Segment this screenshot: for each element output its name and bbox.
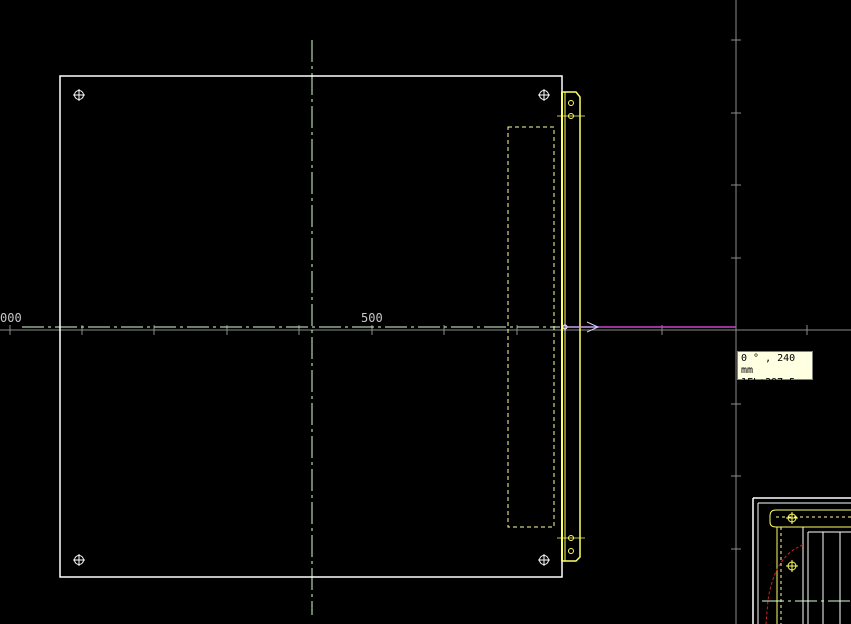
axis-label-mid: 500 [361, 311, 383, 325]
tooltip-line-level: 1FL+297.5 [741, 377, 796, 388]
cad-canvas[interactable] [0, 0, 851, 624]
corner-hole-bottom-right[interactable] [538, 554, 550, 566]
dimension-tooltip: 0 ° , 240 mm 1FL+297.5 [737, 351, 813, 388]
vertical-ruler [731, 0, 741, 624]
corner-hole-top-left[interactable] [73, 89, 85, 101]
corner-hole-top-right[interactable] [538, 89, 550, 101]
axis-label-left: 000 [0, 311, 22, 325]
tooltip-line-angle-distance: 0 ° , 240 mm [741, 353, 796, 376]
corner-hole-bottom-left[interactable] [73, 554, 85, 566]
detail-view-fragment[interactable] [752, 497, 851, 624]
